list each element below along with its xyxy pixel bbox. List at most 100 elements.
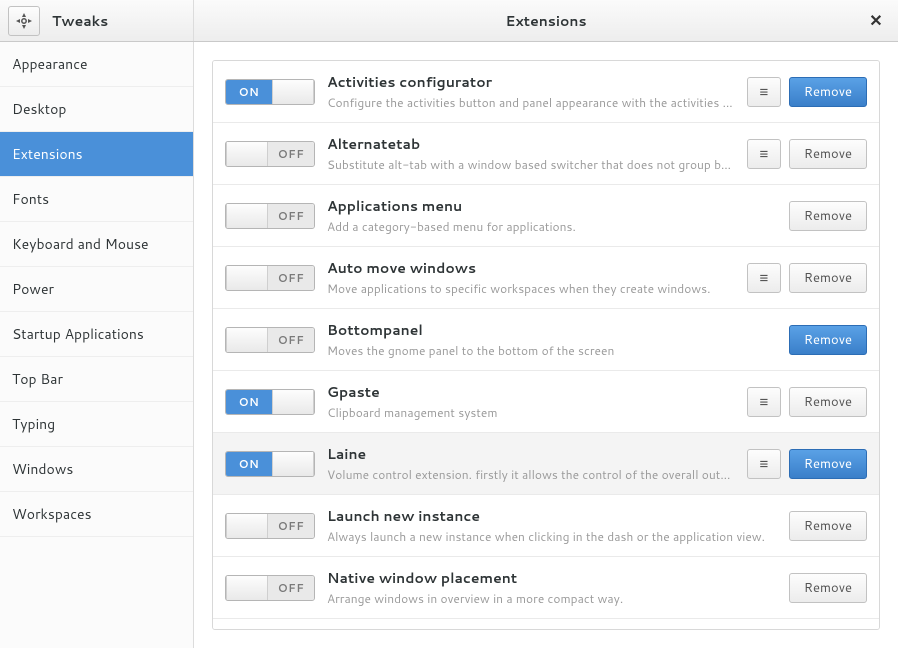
extension-toggle[interactable]: OFF (225, 575, 315, 601)
extension-row: OFF Applications menuAdd a category-based… (213, 185, 879, 247)
toggle-knob (226, 142, 268, 166)
sidebar-item-typing[interactable]: Typing (0, 402, 193, 447)
extension-list[interactable]: ONActivities configuratorConfigure the a… (212, 60, 880, 630)
extension-text: Applications menuAdd a category-based me… (327, 196, 777, 235)
toggle-on-label: ON (226, 80, 272, 104)
extension-toggle[interactable]: ON (225, 79, 315, 105)
sidebar-item-label: Desktop (12, 99, 66, 119)
toggle-knob (226, 204, 268, 228)
sidebar-item-appearance[interactable]: Appearance (0, 42, 193, 87)
extension-text: Alternatetab Substitute alt-tab with a wi… (327, 134, 735, 173)
extension-remove-button[interactable]: Remove (789, 139, 867, 169)
sidebar-item-label: Startup Applications (12, 324, 144, 344)
extension-description: Moves the gnome panel to the bottom of t… (327, 342, 777, 359)
remove-label: Remove (804, 579, 852, 597)
extension-title: Bottompanel (327, 320, 777, 340)
extension-toggle[interactable]: OFF (225, 141, 315, 167)
hamburger-icon: ≡ (759, 391, 768, 412)
sidebar-item-label: Top Bar (12, 369, 63, 389)
remove-label: Remove (804, 145, 852, 163)
sidebar-item-desktop[interactable]: Desktop (0, 87, 193, 132)
sidebar-item-workspaces[interactable]: Workspaces (0, 492, 193, 537)
extension-remove-button[interactable]: Remove (789, 201, 867, 231)
remove-label: Remove (804, 393, 852, 411)
extension-remove-button[interactable]: Remove (789, 573, 867, 603)
page-title: Extensions (505, 11, 586, 31)
sidebar-item-keyboard-and-mouse[interactable]: Keyboard and Mouse (0, 222, 193, 267)
toggle-knob (226, 328, 268, 352)
toggle-off-label: OFF (268, 266, 314, 290)
extension-description: Substitute alt-tab with a window based s… (327, 156, 735, 173)
extension-toggle[interactable]: OFF (225, 327, 315, 353)
extension-actions: Remove (789, 325, 867, 355)
extension-actions: ≡ Remove (747, 77, 867, 107)
sidebar-item-label: Power (12, 279, 54, 299)
extension-row: OFF Native window placementArrange window… (213, 557, 879, 619)
extension-actions: ≡ Remove (747, 387, 867, 417)
extension-toggle[interactable]: ON (225, 451, 315, 477)
extension-actions: Remove (789, 573, 867, 603)
extension-remove-button[interactable]: Remove (789, 325, 867, 355)
sidebar-item-extensions[interactable]: Extensions (0, 132, 193, 177)
toggle-on-label: ON (226, 452, 272, 476)
extension-title: Launch new instance (327, 506, 777, 526)
sidebar-item-top-bar[interactable]: Top Bar (0, 357, 193, 402)
sidebar-item-windows[interactable]: Windows (0, 447, 193, 492)
extension-text: Launch new instance Always launch a new i… (327, 506, 777, 545)
remove-label: Remove (804, 331, 852, 349)
sidebar-item-fonts[interactable]: Fonts (0, 177, 193, 222)
extension-settings-button[interactable]: ≡ (747, 77, 781, 107)
header-bar: Tweaks Extensions ✕ (0, 0, 898, 42)
close-button[interactable]: ✕ (864, 0, 888, 41)
hamburger-icon: ≡ (759, 267, 768, 288)
sidebar-item-label: Appearance (12, 54, 88, 74)
extension-text: Bottompanel Moves the gnome panel to the … (327, 320, 777, 359)
extension-row: ON LaineVolume control extension. firstly… (213, 433, 879, 495)
remove-label: Remove (804, 83, 852, 101)
content-area: ONActivities configuratorConfigure the a… (194, 42, 898, 648)
toggle-knob (272, 390, 314, 414)
extension-toggle[interactable]: ON (225, 389, 315, 415)
extension-actions: Remove (789, 511, 867, 541)
header-right: Extensions ✕ (194, 0, 898, 41)
sidebar-item-label: Keyboard and Mouse (12, 234, 149, 254)
extension-remove-button[interactable]: Remove (789, 77, 867, 107)
extension-settings-button[interactable]: ≡ (747, 263, 781, 293)
extension-row: OFF Alternatetab Substitute alt-tab with a… (213, 123, 879, 185)
sidebar-item-startup-applications[interactable]: Startup Applications (0, 312, 193, 357)
remove-label: Remove (804, 455, 852, 473)
extension-settings-button[interactable]: ≡ (747, 387, 781, 417)
toggle-knob (226, 514, 268, 538)
toggle-off-label: OFF (268, 204, 314, 228)
remove-label: Remove (804, 517, 852, 535)
extension-settings-button[interactable]: ≡ (747, 449, 781, 479)
extension-remove-button[interactable]: Remove (789, 449, 867, 479)
extension-title: Auto move windows (327, 258, 735, 278)
locate-button[interactable] (8, 6, 40, 36)
extension-toggle[interactable]: OFF (225, 265, 315, 291)
extension-actions: Remove (789, 201, 867, 231)
extension-toggle[interactable]: OFF (225, 203, 315, 229)
extension-remove-button[interactable]: Remove (789, 387, 867, 417)
header-left: Tweaks (0, 0, 194, 41)
extension-row: OFF Launch new instance Always launch a ne… (213, 495, 879, 557)
extension-description: Always launch a new instance when clicki… (327, 528, 777, 545)
extension-title: Alternatetab (327, 134, 735, 154)
extension-text: LaineVolume control extension. firstly i… (327, 444, 735, 483)
sidebar: Appearance Desktop ExtensionsFonts Keyboard… (0, 42, 194, 648)
extension-toggle[interactable]: OFF (225, 513, 315, 539)
locate-icon (16, 13, 32, 29)
extension-remove-button[interactable]: Remove (789, 263, 867, 293)
extension-settings-button[interactable]: ≡ (747, 139, 781, 169)
app-title: Tweaks (52, 11, 108, 31)
sidebar-item-power[interactable]: Power (0, 267, 193, 312)
extension-text: Native window placementArrange windows i… (327, 568, 777, 607)
toggle-knob (226, 576, 268, 600)
extension-title: Laine (327, 444, 735, 464)
extension-remove-button[interactable]: Remove (789, 511, 867, 541)
sidebar-item-label: Typing (12, 414, 55, 434)
main-area: Appearance Desktop ExtensionsFonts Keyboard… (0, 42, 898, 648)
hamburger-icon: ≡ (759, 453, 768, 474)
extension-text: GpasteClipboard management system (327, 382, 735, 421)
toggle-off-label: OFF (268, 328, 314, 352)
